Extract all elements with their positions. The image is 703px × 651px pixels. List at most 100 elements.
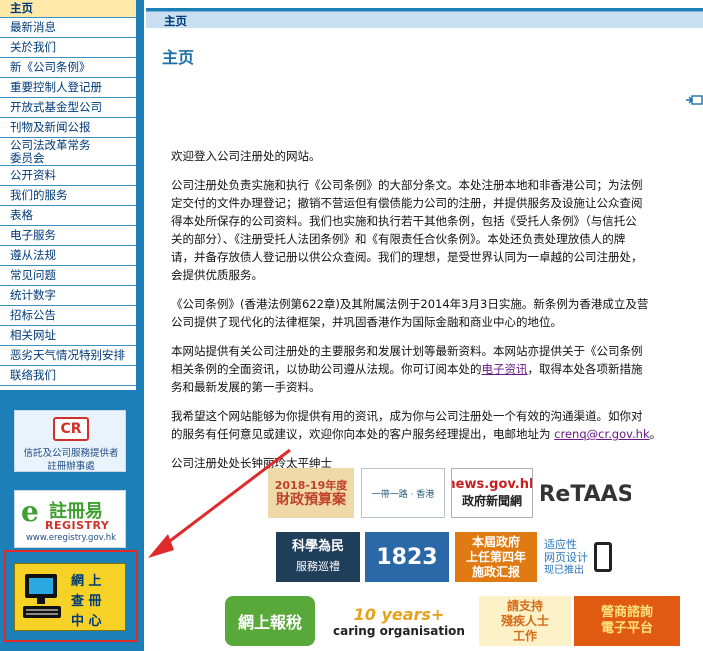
sidebar-item-15[interactable]: 招标公告 xyxy=(0,306,136,326)
ordinance-line-1: 《公司条例》(香港法例第622章)及其附属法例于2014年3月3日实施。新条例为… xyxy=(171,297,649,311)
cr-banner-caption-1: 信託及公司服務提供者 xyxy=(23,448,119,459)
sidebar-item-label: 相关网址 xyxy=(10,328,56,342)
sidebar-item-13[interactable]: 常见问题 xyxy=(0,266,136,286)
intro-line-1: 公司注册处负责实施和执行《公司条例》的大部分条文。本处注册本地和非香港公司；为法… xyxy=(171,178,643,192)
sidebar-item-label: 关於我们 xyxy=(10,40,56,54)
policy-line-2: 上任第四年 xyxy=(465,549,526,564)
belt-and-road-logo[interactable]: 一帶一路 · 香港 xyxy=(361,468,445,518)
platform-line-2: 電子平台 xyxy=(600,621,653,636)
sidebar-item-label: 最新消息 xyxy=(10,20,56,34)
disabled-line-3: 工作 xyxy=(512,628,537,643)
retaas-logo[interactable]: ReTAAS xyxy=(541,472,631,516)
belt-and-road-text: 一帶一路 · 香港 xyxy=(371,489,435,500)
intro-line-6: 会提供优质服务。 xyxy=(171,268,263,282)
policy-report-logo[interactable]: 本屆政府 上任第四年 施政汇报 xyxy=(455,532,537,582)
caring-organisation-logo[interactable]: 10 years+ caring organisation xyxy=(327,596,471,646)
sidebar-item-label: 电子服务 xyxy=(10,228,56,242)
disabled-line-1: 請支持 xyxy=(506,598,543,613)
sidebar-item-17[interactable]: 恶劣天气情况特别安排 xyxy=(0,346,136,366)
disabled-line-2: 殘疾人士 xyxy=(500,613,549,628)
e-news-link[interactable]: 电子资讯 xyxy=(482,362,528,376)
adaptive-web-design-logo[interactable]: 适应性 网页设计 现已推出 xyxy=(544,532,640,582)
sidebar-item-0[interactable]: 主页 xyxy=(0,0,136,18)
news-gov-logo[interactable]: news.gov.hk 政府新聞網 xyxy=(451,468,533,518)
policy-line-3: 施政汇报 xyxy=(471,564,520,579)
hotline-number: 1823 xyxy=(376,544,438,570)
news-gov-title: news.gov.hk xyxy=(452,477,533,492)
adaptive-line-1: 适应性 xyxy=(544,537,577,551)
sidebar-item-label: 开放式基金型公司 xyxy=(10,100,102,114)
feedback-line-end: 。 xyxy=(649,427,662,441)
intro-paragraph: 公司注册处负责实施和执行《公司条例》的大部分条文。本处注册本地和非香港公司；为法… xyxy=(171,176,703,284)
news-gov-sub: 政府新聞網 xyxy=(461,494,522,508)
sidebar-item-label: 表格 xyxy=(10,208,33,222)
sidebar-item-label: 新《公司条例》 xyxy=(10,60,91,74)
sidebar-item-label: 公开资料 xyxy=(10,168,56,182)
feedback-line-1: 我希望这个网站能够为你提供有用的资讯，成为你与公司注册处一个有效的沟通渠道。如你… xyxy=(171,409,643,423)
sidebar-item-2[interactable]: 关於我们 xyxy=(0,38,136,58)
sidebar-item-8[interactable]: 公开资料 xyxy=(0,166,136,186)
intro-line-4: 关的部分）、《注册受托人法团条例》和《有限责任合伙条例》。本处还负责处理放债人的… xyxy=(171,232,626,246)
sidebar-item-14[interactable]: 统计数字 xyxy=(0,286,136,306)
cr-logo-icon: CR xyxy=(53,417,89,441)
share-icon[interactable] xyxy=(686,94,703,109)
highlight-box xyxy=(4,550,138,642)
trust-company-registry-banner[interactable]: CR 信託及公司服務提供者 註冊辦事處 xyxy=(14,410,126,472)
sidebar-item-12[interactable]: 遵从法规 xyxy=(0,246,136,266)
support-disabled-logo[interactable]: 請支持 殘疾人士 工作 xyxy=(479,596,571,646)
sidebar-item-label: 恶劣天气情况特别安排 xyxy=(10,348,125,362)
mobile-phone-icon xyxy=(594,542,612,572)
e-registry-url: www.eregistry.gov.hk xyxy=(25,533,117,543)
e-registry-banner[interactable]: e 註冊易 REGISTRY www.eregistry.gov.hk xyxy=(14,490,126,548)
sidebar-item-4[interactable]: 重要控制人登记册 xyxy=(0,78,136,98)
sidebar-item-1[interactable]: 最新消息 xyxy=(0,18,136,38)
sidebar-item-label: 重要控制人登记册 xyxy=(10,80,102,94)
sidebar-item-16[interactable]: 相关网址 xyxy=(0,326,136,346)
website-line-2-text: 相关条例的全面资讯，以协助公司遵从法规。你可订阅本处的 xyxy=(171,362,482,376)
sidebar-item-label: 遵从法规 xyxy=(10,248,56,262)
sidebar-item-10[interactable]: 表格 xyxy=(0,206,136,226)
sidebar: 主页最新消息关於我们新《公司条例》 重要控制人登记册 开放式基金型公司 刊物及新闻公报… xyxy=(0,0,144,651)
adaptive-line-2: 网页设计 xyxy=(544,550,588,564)
website-line-2-after: ，取得本处各项新措施 xyxy=(527,362,643,376)
sidebar-item-label: 我们的服务 xyxy=(10,188,68,202)
ordinance-line-2: 公司提供了现代化的法律框架，并巩固香港作为国际金融和商业中心的地位。 xyxy=(171,315,562,329)
e-registry-sub: REGISTRY xyxy=(45,519,110,532)
page-title: 主页 xyxy=(162,48,195,67)
cr-banner-caption-2: 註冊辦事處 xyxy=(47,461,95,472)
feedback-line-2: 的服务有任何意见或建议，欢迎你向本处的客户服务经理提出，电邮地址为 crenq@… xyxy=(171,425,703,443)
sidebar-item-label: 统计数字 xyxy=(10,288,56,302)
sidebar-item-7[interactable]: 公司法改革常务委员会 xyxy=(0,138,136,166)
business-platform-logo[interactable]: 營商諮詢 電子平台 xyxy=(574,596,680,646)
ordinance-paragraph: 《公司条例》(香港法例第622章)及其附属法例于2014年3月3日实施。新条例为… xyxy=(171,295,703,331)
retaas-text: ReTAAS xyxy=(541,481,631,507)
website-line-2: 相关条例的全面资讯，以协助公司遵从法规。你可订阅本处的电子资讯，取得本处各项新措… xyxy=(171,360,703,378)
sidebar-item-11[interactable]: 电子服务 xyxy=(0,226,136,246)
welcome-text: 欢迎登入公司注册处的网站。 xyxy=(171,149,321,163)
sidebar-item-label: 主页 xyxy=(10,1,33,15)
policy-line-1: 本屆政府 xyxy=(471,534,520,549)
intro-line-3: 得本处所保存的公司资料。我们也实施和执行若干其他条例，包括《受托人条例》（与信托… xyxy=(171,214,637,228)
sidebar-item-label: 联络我们 xyxy=(10,368,56,382)
sidebar-nav: 主页最新消息关於我们新《公司条例》 重要控制人登记册 开放式基金型公司 刊物及新闻公报… xyxy=(0,0,136,386)
sidebar-item-label: 公司法改革常务委员会 xyxy=(10,137,91,165)
platform-line-1: 營商諮詢 xyxy=(600,605,653,620)
email-link[interactable]: crenq@cr.gov.hk xyxy=(554,427,649,441)
sidebar-item-6[interactable]: 刊物及新闻公报 xyxy=(0,118,136,138)
sidebar-item-18[interactable]: 联络我们 xyxy=(0,366,136,386)
sidebar-item-9[interactable]: 我们的服务 xyxy=(0,186,136,206)
hotline-1823-logo[interactable]: 1823 xyxy=(365,532,449,582)
intro-line-5: 请，并备存放债人登记册以供公众查阅。我们的理想，是受世界认同为一卓越的公司注册处… xyxy=(171,250,643,264)
sidebar-item-3[interactable]: 新《公司条例》 xyxy=(0,58,136,78)
e-tax-logo[interactable]: 網上報稅 xyxy=(225,596,315,646)
intro-line-2: 定交付的文件办理登记；撤销不营运但有偿债能力公司的注册，并提供服务及设施让公众查… xyxy=(171,196,643,210)
breadcrumb-current: 主页 xyxy=(164,14,187,28)
sidebar-item-5[interactable]: 开放式基金型公司 xyxy=(0,98,136,118)
main-content: 欢迎登入公司注册处的网站。 公司注册处负责实施和执行《公司条例》的大部分条文。本… xyxy=(171,147,703,483)
feedback-paragraph: 我希望这个网站能够为你提供有用的资讯，成为你与公司注册处一个有效的沟通渠道。如你… xyxy=(171,407,703,443)
sidebar-item-label: 刊物及新闻公报 xyxy=(10,120,91,134)
adaptive-line-3: 现已推出 xyxy=(544,564,584,576)
caring-title: caring organisation xyxy=(333,623,465,638)
website-paragraph: 本网站提供有关公司注册处的主要服务和发展计划等最新资料。本网站亦提供关于《公司条… xyxy=(171,342,703,396)
breadcrumb: 主页 xyxy=(146,11,703,28)
